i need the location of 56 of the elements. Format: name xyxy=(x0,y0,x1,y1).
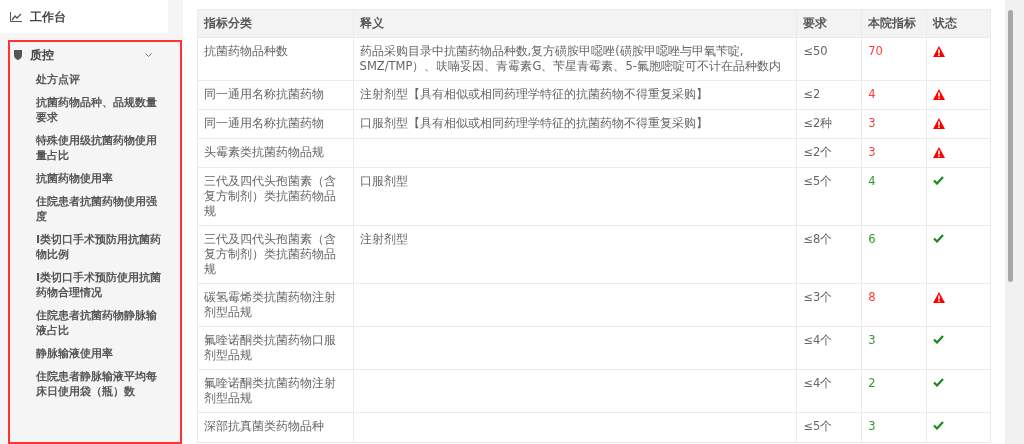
table-cell: 同一通用名称抗菌药物 xyxy=(204,116,324,130)
table-cell: 3 xyxy=(868,116,876,130)
table-cell: 药品采购目录中抗菌药物品种数,复方磺胺甲噁唑(磺胺甲噁唑与甲氧苄啶, SMZ/TMP）、呋喃妥因、青霉素G、苄星青霉素、5-氟胞嘧啶可不计在品种数内 xyxy=(359,44,781,73)
line-chart-icon xyxy=(10,11,22,22)
table-cell: 注射剂型【具有相似或相同药理学特征的抗菌药物不得重复采购】 xyxy=(359,87,708,101)
table-cell: ≤5个 xyxy=(803,174,833,188)
submenu-item[interactable]: 特殊使用级抗菌药物使用量占比 xyxy=(36,133,166,163)
table-cell: 4 xyxy=(868,174,876,188)
table-cell: 注射剂型 xyxy=(359,232,408,246)
table-cell: ≤2 xyxy=(803,87,821,101)
submenu-item[interactable]: 处方点评 xyxy=(36,72,166,87)
column-header: 状态 xyxy=(926,10,990,37)
scrollbar-thumb[interactable] xyxy=(1008,10,1013,282)
column-header: 指标分类 xyxy=(203,14,253,32)
table-cell: 口服剂型【具有相似或相同药理学特征的抗菌药物不得重复采购】 xyxy=(359,116,708,130)
submenu-item[interactable]: 住院患者抗菌药物使用强度 xyxy=(36,194,166,224)
table-cell: 3 xyxy=(868,145,876,159)
submenu-item[interactable]: 住院患者静脉输液平均每床日使用袋（瓶）数 xyxy=(36,369,166,399)
table-cell: 头霉素类抗菌药物品规 xyxy=(204,145,324,159)
shield-icon xyxy=(14,50,22,60)
table-cell: 8 xyxy=(868,290,876,304)
column-header: 释义 xyxy=(352,10,797,37)
table-cell: ≤8个 xyxy=(803,232,833,246)
table-cell: 70 xyxy=(868,44,883,58)
column-header: 本院指标 xyxy=(861,10,927,37)
table-cell: 碳氢霉烯类抗菌药物注射剂型品规 xyxy=(204,290,336,319)
table-cell: 3 xyxy=(868,333,876,347)
table-cell: ≤5个 xyxy=(803,419,833,433)
menu-group-header[interactable]: 质控 xyxy=(10,42,180,68)
table-cell: ≤4个 xyxy=(803,333,833,347)
submenu-item[interactable]: 住院患者抗菌药物静脉输液占比 xyxy=(36,308,166,338)
table-cell: ≤3个 xyxy=(803,290,833,304)
submenu-item[interactable]: I类切口手术预防用抗菌药物比例 xyxy=(36,232,166,262)
table-cell: 口服剂型 xyxy=(359,174,408,188)
table-cell: 三代及四代头孢菌素（含复方制剂）类抗菌药物品规 xyxy=(204,232,336,276)
table-cell: 4 xyxy=(868,87,876,101)
table-cell: 深部抗真菌类药物品种 xyxy=(204,419,324,433)
table-cell: 3 xyxy=(868,419,876,433)
table-cell: 氟喹诺酮类抗菌药物口服剂型品规 xyxy=(204,333,336,362)
table-cell: ≤2种 xyxy=(803,116,833,130)
table-cell: ≤2个 xyxy=(803,145,833,159)
submenu-item[interactable]: I类切口手术预防使用抗菌药物合理情况 xyxy=(36,270,166,300)
submenu-item[interactable]: 抗菌药物使用率 xyxy=(36,171,166,186)
sidebar-item[interactable]: 工作台 xyxy=(0,0,168,33)
chevron-icon xyxy=(145,52,152,58)
table-cell: ≤4个 xyxy=(803,376,833,390)
table-cell: 6 xyxy=(868,232,876,246)
table-cell: ≤50 xyxy=(803,44,828,58)
table-cell: 三代及四代头孢菌素（含复方制剂）类抗菌药物品规 xyxy=(204,174,336,218)
column-header: 要求 xyxy=(796,10,862,37)
table-cell: 氟喹诺酮类抗菌药物注射剂型品规 xyxy=(204,376,336,405)
submenu-item[interactable]: 静脉输液使用率 xyxy=(36,346,166,361)
table-cell: 同一通用名称抗菌药物 xyxy=(204,87,324,101)
table-cell: 2 xyxy=(868,376,876,390)
table-cell: 抗菌药物品种数 xyxy=(204,44,288,58)
submenu-item[interactable]: 抗菌药物品种、品规数量要求 xyxy=(36,95,166,125)
